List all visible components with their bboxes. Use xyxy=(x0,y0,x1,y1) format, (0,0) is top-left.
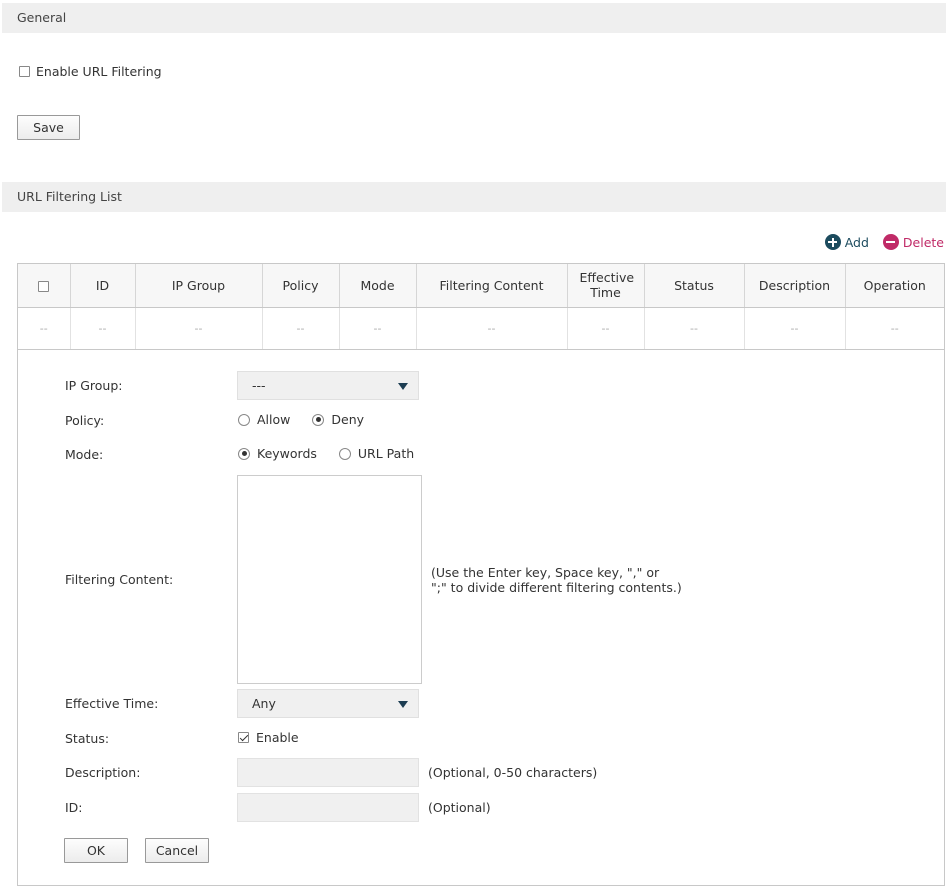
table-cell: -- xyxy=(845,307,944,350)
effective-time-value[interactable]: Any xyxy=(252,696,276,711)
ip-group-label: IP Group: xyxy=(65,378,123,393)
policy-label: Policy: xyxy=(65,413,105,428)
table-cell: -- xyxy=(339,307,417,350)
table-cell: -- xyxy=(744,307,846,350)
enable-url-filtering-checkbox[interactable] xyxy=(19,66,30,77)
id-input[interactable] xyxy=(237,793,419,822)
policy-option-allow[interactable]: Allow xyxy=(238,412,290,427)
mode-label: Mode: xyxy=(65,447,104,462)
column-header-ip-group: IP Group xyxy=(135,264,263,308)
table-cell: -- xyxy=(567,307,645,350)
table-cell: -- xyxy=(416,307,568,350)
filtering-content-hint: (Use the Enter key, Space key, "," or ";… xyxy=(431,565,682,595)
column-header-description: Description xyxy=(744,264,846,308)
id-hint: (Optional) xyxy=(428,800,491,815)
add-button[interactable]: Add xyxy=(824,234,869,250)
column-header-status: Status xyxy=(644,264,745,308)
column-header-effective-time: Effective Time xyxy=(567,264,645,308)
filtering-content-hint-line-2: ";" to divide different filtering conten… xyxy=(431,580,682,595)
table-header-row: ID IP Group Policy Mode Filtering Conten… xyxy=(18,264,944,308)
filtering-content-label: Filtering Content: xyxy=(65,572,174,587)
column-header-mode: Mode xyxy=(339,264,417,308)
table-cell: -- xyxy=(262,307,340,350)
policy-allow-label[interactable]: Allow xyxy=(257,412,290,427)
enable-url-filtering-row[interactable]: Enable URL Filtering xyxy=(19,64,162,79)
minus-circle-icon[interactable] xyxy=(882,234,899,250)
url-filtering-list-section-header: URL Filtering List xyxy=(2,182,946,212)
ip-group-value[interactable]: --- xyxy=(252,378,266,393)
filtering-content-hint-line-1: (Use the Enter key, Space key, "," or xyxy=(431,565,660,580)
delete-label[interactable]: Delete xyxy=(903,235,944,250)
policy-option-deny[interactable]: Deny xyxy=(312,412,364,427)
effective-time-label: Effective Time: xyxy=(65,696,159,711)
id-label: ID: xyxy=(65,800,83,815)
effective-time-header-text: Effective Time xyxy=(579,270,635,301)
select-all-header[interactable] xyxy=(18,264,71,308)
table-cell: -- xyxy=(644,307,745,350)
policy-deny-label[interactable]: Deny xyxy=(331,412,364,427)
status-enable-label[interactable]: Enable xyxy=(256,730,299,745)
status-enable-checkbox[interactable] xyxy=(238,732,249,743)
policy-radio-group[interactable]: Allow Deny xyxy=(238,412,386,427)
description-input[interactable] xyxy=(237,758,419,787)
general-section-header: General xyxy=(2,3,946,33)
policy-allow-radio[interactable] xyxy=(238,413,250,426)
select-all-checkbox[interactable] xyxy=(38,280,50,292)
chevron-down-icon[interactable] xyxy=(398,701,408,708)
effective-time-select[interactable]: Any xyxy=(237,689,419,718)
ip-group-select[interactable]: --- xyxy=(237,371,419,400)
column-header-operation: Operation xyxy=(845,264,944,308)
mode-option-keywords[interactable]: Keywords xyxy=(238,446,317,461)
chevron-down-icon[interactable] xyxy=(398,383,408,390)
column-header-filtering-content: Filtering Content xyxy=(416,264,568,308)
table-cell: -- xyxy=(18,307,71,350)
url-filtering-table: ID IP Group Policy Mode Filtering Conten… xyxy=(18,264,944,350)
policy-deny-radio[interactable] xyxy=(312,413,325,426)
description-hint: (Optional, 0-50 characters) xyxy=(428,765,598,780)
mode-url-path-label[interactable]: URL Path xyxy=(358,446,414,461)
add-label[interactable]: Add xyxy=(845,235,869,250)
status-enable-row[interactable]: Enable xyxy=(238,730,299,745)
mode-keywords-label[interactable]: Keywords xyxy=(257,446,317,461)
status-label: Status: xyxy=(65,731,110,746)
save-button[interactable]: Save xyxy=(17,115,80,140)
mode-radio-group[interactable]: Keywords URL Path xyxy=(238,446,436,461)
description-label: Description: xyxy=(65,765,141,780)
enable-url-filtering-label[interactable]: Enable URL Filtering xyxy=(36,64,162,79)
cancel-button[interactable]: Cancel xyxy=(145,838,209,863)
column-header-id: ID xyxy=(70,264,136,308)
table-cell: -- xyxy=(70,307,136,350)
mode-keywords-radio[interactable] xyxy=(238,447,250,460)
general-section-title: General xyxy=(17,10,67,25)
ok-button[interactable]: OK xyxy=(64,838,128,863)
column-header-policy: Policy xyxy=(262,264,340,308)
table-row: -- -- -- -- -- -- -- -- -- -- xyxy=(18,307,944,350)
mode-url-path-radio[interactable] xyxy=(338,447,351,460)
delete-button[interactable]: Delete xyxy=(882,234,944,250)
filtering-content-textarea[interactable] xyxy=(237,475,422,684)
table-cell: -- xyxy=(135,307,263,350)
list-toolbar: Add Delete xyxy=(824,234,944,250)
url-filtering-list-title: URL Filtering List xyxy=(17,189,122,204)
plus-circle-icon[interactable] xyxy=(824,234,841,250)
mode-option-url-path[interactable]: URL Path xyxy=(338,446,414,461)
